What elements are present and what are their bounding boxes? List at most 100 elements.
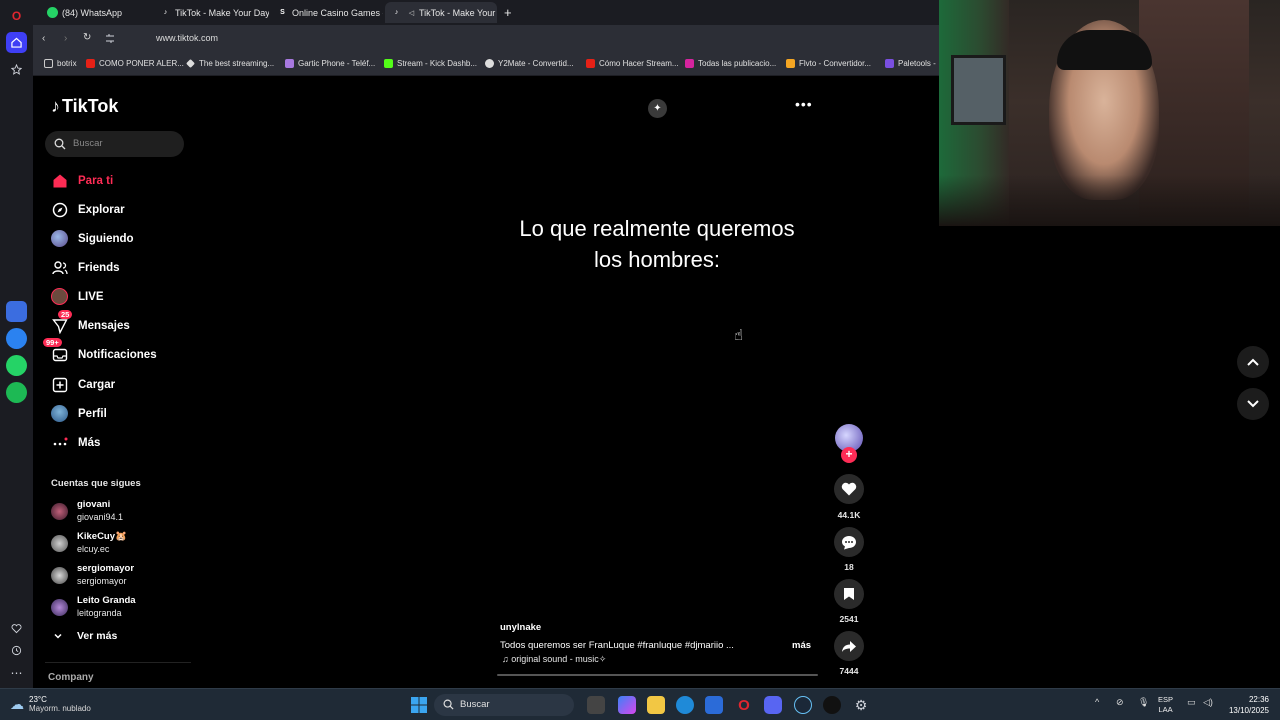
opera-icon[interactable]: O xyxy=(735,696,753,714)
settings-gear-icon[interactable]: ⚙ xyxy=(852,696,870,714)
nav-explorar[interactable]: Explorar xyxy=(51,201,125,218)
following-account[interactable]: giovani giovani94.1 xyxy=(51,499,123,523)
display-icon[interactable]: ▭ xyxy=(1187,697,1196,708)
messenger-icon[interactable] xyxy=(6,328,27,349)
folder-icon xyxy=(44,59,53,68)
network-icon[interactable]: ⊘ xyxy=(1116,697,1124,708)
back-icon[interactable]: ‹ xyxy=(42,33,45,44)
previous-video-button[interactable] xyxy=(1237,346,1269,378)
following-account[interactable]: KikeCuy🐹 elcuy.ec xyxy=(51,531,127,555)
comment-button[interactable] xyxy=(834,527,864,557)
nav-mas[interactable]: Más xyxy=(51,434,100,451)
more-options-icon[interactable]: ••• xyxy=(795,96,813,112)
share-button[interactable] xyxy=(834,631,864,661)
search-input[interactable]: Buscar xyxy=(45,131,184,157)
bookmark-item[interactable]: botrix xyxy=(44,59,77,68)
mic-icon[interactable]: 🎙 xyxy=(1138,697,1149,708)
video-sound[interactable]: ♫ original sound - music✧ xyxy=(502,654,606,665)
following-account[interactable]: Leito Granda leitogranda xyxy=(51,595,136,619)
tab-tiktok-active[interactable]: ♪ ◁ TikTok - Make Your Da xyxy=(385,2,497,23)
file-explorer-icon[interactable] xyxy=(647,696,665,714)
nav-perfil[interactable]: Perfil xyxy=(51,405,107,422)
weather-desc: Mayorm. nublado xyxy=(29,704,91,713)
siguiendo-avatar-icon xyxy=(51,230,68,247)
forward-icon[interactable]: › xyxy=(64,33,67,44)
webcam-cap xyxy=(1057,30,1152,70)
instagram-icon xyxy=(685,59,694,68)
steam-icon[interactable] xyxy=(794,696,812,714)
page-info-icon[interactable] xyxy=(105,32,141,46)
next-video-button[interactable] xyxy=(1237,388,1269,420)
tiktok-note-icon: ♪ xyxy=(51,96,60,116)
weather-widget[interactable]: ☁ 23°C Mayorm. nublado xyxy=(10,695,91,713)
language-indicator[interactable]: ESP LAA xyxy=(1158,695,1173,715)
nav-friends[interactable]: Friends xyxy=(51,259,120,276)
tab-whatsapp[interactable]: (84) WhatsApp xyxy=(41,2,153,23)
bookmark-item[interactable]: Flvto - Convertidor... xyxy=(786,59,871,68)
volume-icon[interactable]: ◁) xyxy=(1203,697,1213,708)
see-more-button[interactable]: Ver más xyxy=(53,630,117,642)
url-field[interactable]: www.tiktok.com xyxy=(156,33,218,43)
tab-tiktok[interactable]: ♪ TikTok - Make Your Day xyxy=(154,2,269,23)
cloud-sun-icon: ☁ xyxy=(10,695,24,712)
reload-icon[interactable]: ↻ xyxy=(83,32,91,43)
aria-icon[interactable] xyxy=(6,301,27,322)
tiktok-logo[interactable]: ♪ TikTok xyxy=(51,96,118,117)
heart-icon[interactable] xyxy=(6,618,27,639)
bookmark-item[interactable]: Gartic Phone - Teléf... xyxy=(285,59,375,68)
copilot-icon[interactable] xyxy=(618,696,636,714)
new-tab-button[interactable]: + xyxy=(499,2,519,23)
nav-mensajes[interactable]: 25 Mensajes xyxy=(51,310,130,334)
flvto-icon xyxy=(786,59,795,68)
follow-plus-icon[interactable]: + xyxy=(841,447,857,463)
video-player[interactable] xyxy=(480,76,835,686)
task-view-icon[interactable] xyxy=(587,696,605,714)
edge-icon[interactable] xyxy=(676,696,694,714)
save-button[interactable] xyxy=(834,579,864,609)
tab-label: Online Casino Games - Pl xyxy=(292,7,383,18)
company-link[interactable]: Company xyxy=(48,672,94,683)
home-icon[interactable] xyxy=(6,32,27,53)
browser-sidebar: O ⋯ xyxy=(0,0,33,688)
store-icon[interactable] xyxy=(705,696,723,714)
following-account[interactable]: sergiomayor sergiomayor xyxy=(51,563,134,587)
chevron-up-icon xyxy=(1247,358,1259,366)
nav-live[interactable]: LIVE xyxy=(51,288,104,305)
more-icon[interactable]: ⋯ xyxy=(6,662,27,683)
bookmark-item[interactable]: Todas las publicacio... xyxy=(685,59,776,68)
video-description: Todos queremos ser FranLuque #franluque … xyxy=(500,640,734,651)
address-bar: ‹ › ↻ www.tiktok.com xyxy=(33,25,939,54)
clock[interactable]: 22:36 13/10/2025 xyxy=(1225,694,1269,716)
bookmark-icon xyxy=(844,588,854,600)
nav-notificaciones[interactable]: 99+ Notificaciones xyxy=(43,338,157,363)
whatsapp-icon[interactable] xyxy=(6,355,27,376)
weather-temp: 23°C xyxy=(29,695,47,704)
tray-chevron-icon[interactable]: ^ xyxy=(1095,697,1099,707)
diamond-icon xyxy=(186,59,195,68)
taskbar-search[interactable]: Buscar xyxy=(434,694,574,716)
nav-cargar[interactable]: Cargar xyxy=(51,376,115,393)
bookmark-item[interactable]: Paletools - xyxy=(885,59,936,68)
bookmark-item[interactable]: COMO PONER ALER... xyxy=(86,59,184,68)
nav-para-ti[interactable]: Para ti xyxy=(51,172,113,189)
bookmark-item[interactable]: Y2Mate - Convertid... xyxy=(485,59,574,68)
save-count: 2541 xyxy=(839,614,859,624)
like-button[interactable] xyxy=(834,474,864,504)
video-progress-bar[interactable] xyxy=(497,674,818,676)
nav-siguiendo[interactable]: Siguiendo xyxy=(51,230,134,247)
opera-logo-icon[interactable]: O xyxy=(6,5,27,26)
tab-casino[interactable]: S Online Casino Games - Pl xyxy=(271,2,383,23)
spotify-icon[interactable] xyxy=(6,382,27,403)
history-icon[interactable] xyxy=(6,640,27,661)
comment-count: 18 xyxy=(844,562,854,572)
bookmark-item[interactable]: Cómo Hacer Stream... xyxy=(586,59,679,68)
sparkle-icon[interactable]: ✦ xyxy=(648,99,667,118)
star-icon[interactable] xyxy=(6,59,27,80)
app-icon[interactable] xyxy=(823,696,841,714)
windows-start-icon[interactable] xyxy=(410,696,428,714)
bookmark-item[interactable]: The best streaming... xyxy=(186,59,274,68)
video-author[interactable]: unylnake xyxy=(500,622,541,633)
more-link[interactable]: más xyxy=(792,640,811,651)
discord-icon[interactable] xyxy=(764,696,782,714)
bookmark-item[interactable]: Stream - Kick Dashb... xyxy=(384,59,477,68)
